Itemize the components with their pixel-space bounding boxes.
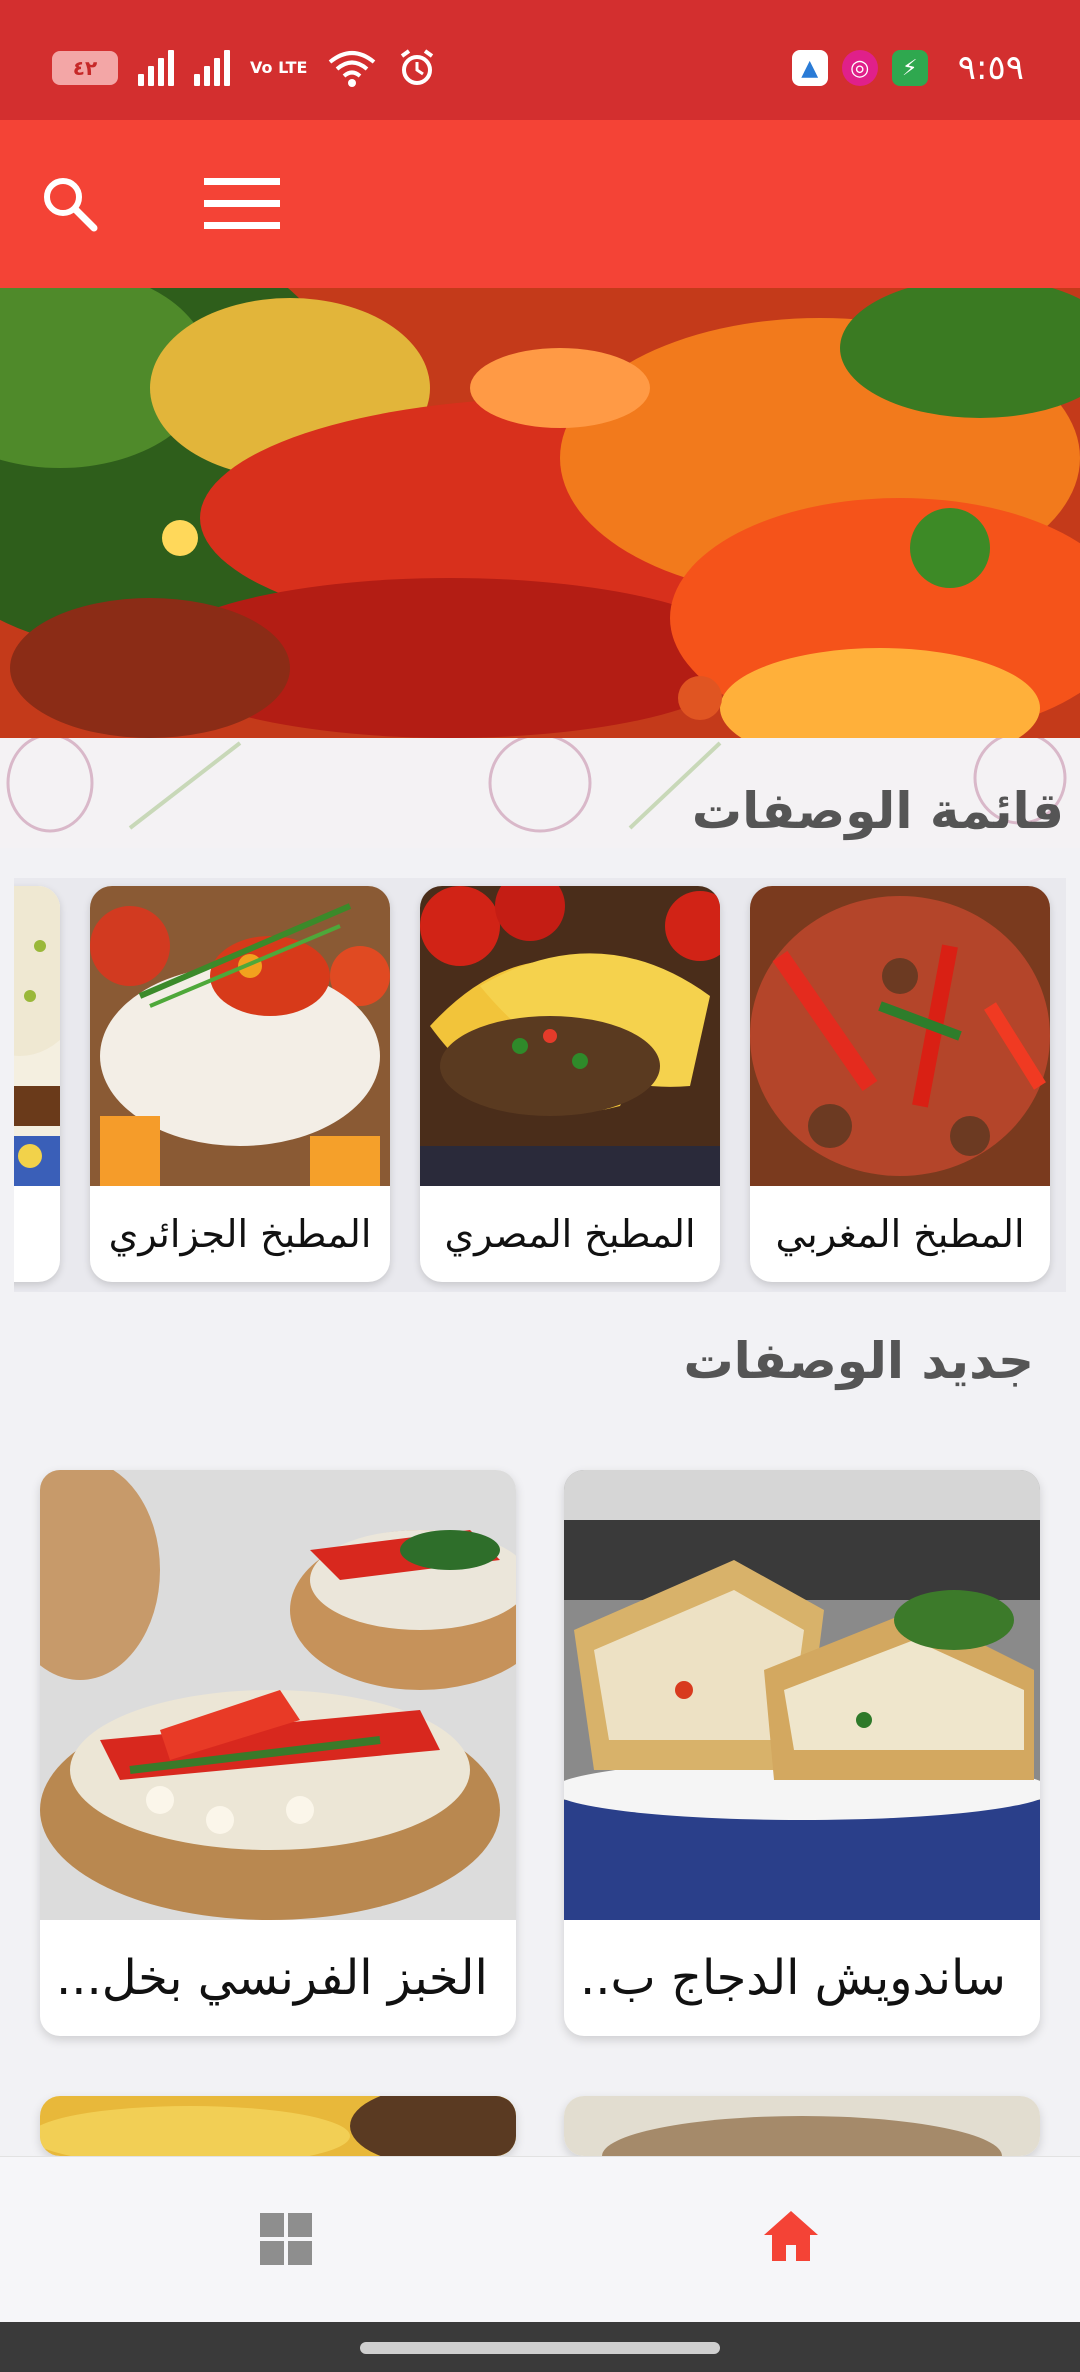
app-notification-icon-2: ◎ — [841, 50, 878, 86]
app-bar — [0, 120, 1080, 288]
recipe-card[interactable]: الخبز الفرنسي بخل... — [40, 1470, 516, 2036]
volte-label: Vo LTE — [250, 58, 308, 77]
system-navigation-bar — [0, 2322, 1080, 2372]
category-label: ال — [14, 1186, 60, 1282]
recipe-card[interactable] — [564, 2096, 1040, 2156]
category-card-egyptian[interactable]: المطبخ المصري — [420, 886, 720, 1282]
bottom-navigation — [0, 2156, 1080, 2322]
shield-icon: ⚡ — [891, 50, 928, 86]
search-icon[interactable] — [38, 172, 102, 236]
category-card-partial[interactable]: ال — [14, 886, 60, 1282]
status-right: ▲ ◎ ⚡ ٩:٥٩ — [791, 48, 1024, 88]
home-icon[interactable] — [762, 2207, 820, 2265]
category-card-algerian[interactable]: المطبخ الجزائري — [90, 886, 390, 1282]
signal-icon — [138, 50, 174, 86]
category-image — [420, 886, 720, 1186]
alarm-icon — [401, 49, 434, 85]
clock: ٩:٥٩ — [957, 48, 1024, 88]
battery-level: ٤٢ — [72, 56, 98, 80]
app-notification-icon: ▲ — [791, 50, 828, 86]
recipe-image — [564, 1470, 1040, 1920]
home-gesture-bar[interactable] — [360, 2342, 720, 2354]
category-card-moroccan[interactable]: المطبخ المغربي — [750, 886, 1050, 1282]
recipe-image — [564, 2096, 1040, 2156]
battery-icon: ٤٢ — [52, 51, 118, 85]
wifi-icon — [329, 51, 376, 87]
category-image — [750, 886, 1050, 1186]
recipe-title: الخبز الفرنسي بخل... — [56, 1950, 488, 2006]
section-title-categories: قائمة الوصفات — [691, 782, 1064, 840]
status-indicators: ٤٢ Vo LTE — [52, 48, 437, 88]
recipe-image — [40, 2096, 516, 2156]
signal-icon-2 — [194, 50, 230, 86]
recipe-card[interactable]: ساندويش الدجاج ب.. — [564, 1470, 1040, 2036]
category-label: المطبخ المغربي — [775, 1212, 1025, 1256]
recipe-title: ساندويش الدجاج ب.. — [580, 1950, 1006, 2006]
recipe-card[interactable] — [40, 2096, 516, 2156]
menu-icon[interactable] — [200, 172, 286, 236]
hero-food-image — [0, 288, 1080, 738]
category-image — [14, 886, 60, 1186]
recipe-image — [40, 1470, 516, 1920]
category-image — [90, 886, 390, 1186]
status-bar: ٤٢ Vo LTE ▲ ◎ ⚡ ٩:٥٩ — [0, 0, 1080, 120]
category-carousel[interactable]: المطبخ المغربي المطبخ المصري المطبخ الجز… — [14, 878, 1066, 1292]
section-title-new-recipes: جديد الوصفات — [683, 1332, 1034, 1390]
category-label: المطبخ المصري — [444, 1212, 696, 1256]
category-label: المطبخ الجزائري — [108, 1212, 372, 1256]
grid-icon[interactable] — [258, 2211, 314, 2267]
